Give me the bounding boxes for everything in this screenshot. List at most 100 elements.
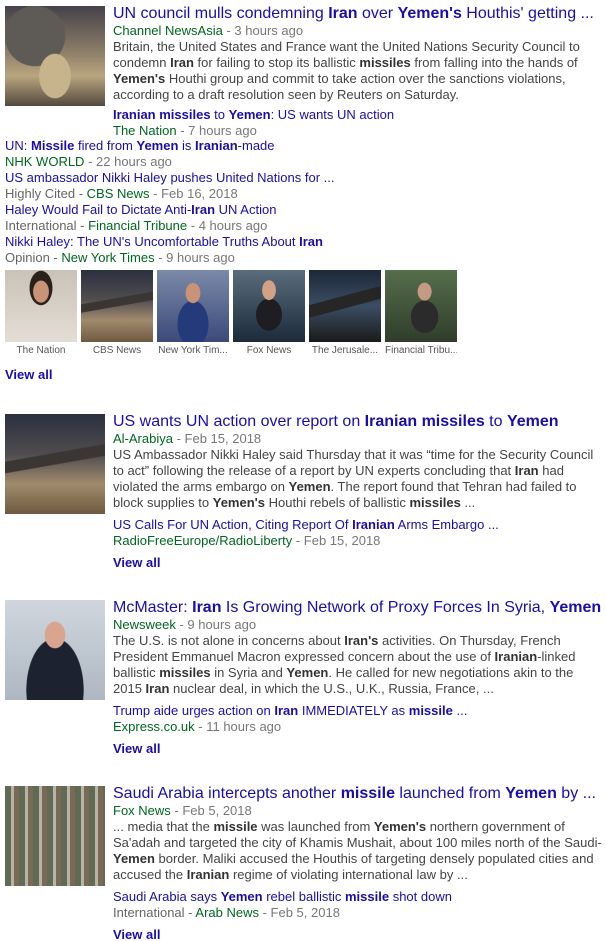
story2-view-all-link[interactable]: View all (113, 555, 603, 571)
highlight-term: missile (213, 819, 258, 834)
highlight-term: Iran (328, 5, 358, 22)
image-caption[interactable]: New York Tim... (157, 345, 229, 357)
related-time: Feb 15, 2018 (303, 533, 381, 548)
highlight-term: Yemen (288, 479, 331, 494)
story3-source-line: Newsweek - 9 hours ago (113, 617, 257, 632)
highlight-term: missile (408, 703, 453, 718)
highlight-term: Iran (170, 55, 194, 70)
highlight-term: Iran (299, 234, 323, 249)
highlight-term: missiles (409, 495, 461, 510)
story1-related-2-title[interactable]: US ambassador Nikki Haley pushes United … (5, 170, 603, 186)
related-source-line: RadioFreeEurope/RadioLiberty - Feb 15, 2… (113, 533, 381, 548)
story3-related-0-title[interactable]: Trump aide urges action on Iran IMMEDIAT… (113, 703, 603, 719)
highlight-term: Iranian missiles (113, 107, 211, 122)
related-source: The Nation (113, 123, 177, 138)
story2-source: Al-Arabiya (113, 431, 173, 446)
story3-source: Newsweek (113, 617, 176, 632)
highlight-term: Iran (274, 703, 299, 718)
highlight-term: Iranian (352, 517, 395, 532)
related-time: Feb 5, 2018 (270, 905, 340, 920)
story3: McMaster: Iran Is Growing Network of Pro… (113, 598, 603, 757)
related-label: International (113, 905, 185, 920)
highlight-term: missile (344, 889, 390, 904)
story4-view-all-link[interactable]: View all (113, 927, 603, 941)
story3-time: 9 hours ago (187, 617, 257, 632)
haley-praying-photo[interactable] (5, 270, 77, 342)
story1-source: Channel NewsAsia (113, 23, 223, 38)
highlight-term: Iran (514, 463, 539, 478)
story4-related-0-title[interactable]: Saudi Arabia says Yemen rebel ballistic … (113, 889, 603, 905)
highlight-term: Iran's (344, 633, 379, 648)
related-time: 4 hours ago (198, 218, 268, 233)
story2-title[interactable]: US wants UN action over report on Irania… (113, 412, 603, 431)
story3-thumbnail[interactable] (5, 600, 105, 700)
image-caption[interactable]: Financial Tribu... (385, 345, 457, 357)
story4-source: Fox News (113, 803, 171, 818)
story4: Saudi Arabia intercepts another missile … (113, 784, 603, 941)
image-caption[interactable]: The Jerusale... (309, 345, 381, 357)
story2-thumbnail[interactable] (5, 414, 105, 514)
image-caption[interactable]: Fox News (233, 345, 305, 357)
highlight-term: Iranian (186, 867, 230, 882)
story3-view-all-link[interactable]: View all (113, 741, 603, 757)
related-source: CBS News (86, 186, 150, 201)
highlight-term: Iranian (195, 138, 238, 153)
image-caption[interactable]: The Nation (5, 345, 77, 357)
related-time: 7 hours ago (188, 123, 257, 138)
related-label: Highly Cited (5, 186, 76, 201)
haley-speaking-photo[interactable] (157, 270, 229, 342)
highlight-term: missiles (159, 665, 211, 680)
story1-view-all-link[interactable]: View all (5, 367, 52, 383)
related-source: Financial Tribune (88, 218, 188, 233)
related-source: Express.co.uk (113, 719, 195, 734)
highlight-term: Yemen (136, 138, 179, 153)
related-time: 11 hours ago (206, 719, 282, 734)
highlight-term: Yemen (505, 785, 557, 802)
highlight-term: Iranian missiles (364, 413, 485, 430)
related-source-line: Opinion - New York Times - 9 hours ago (5, 250, 235, 265)
story1-related-3-title[interactable]: Haley Would Fail to Dictate Anti-Iran UN… (5, 202, 603, 218)
highlight-term: Missile (31, 138, 75, 153)
story2-source-line: Al-Arabiya - Feb 15, 2018 (113, 431, 262, 446)
related-source-line: Highly Cited - CBS News - Feb 16, 2018 (5, 186, 238, 201)
highlight-term: Iranian (494, 649, 538, 664)
related-time: 22 hours ago (96, 154, 172, 169)
story1-related-0-title[interactable]: Iranian missiles to Yemen: US wants UN a… (113, 107, 603, 123)
official-speaking-photo[interactable] (385, 270, 457, 342)
highlight-term: Yemen's (113, 71, 166, 86)
related-label: International (5, 218, 77, 233)
highlight-term: Iran (192, 599, 222, 616)
related-source: NHK WORLD (5, 154, 85, 169)
story2: US wants UN action over report on Irania… (113, 412, 603, 571)
story2-related-0-title[interactable]: US Calls For UN Action, Citing Report Of… (113, 517, 603, 533)
story1-more-related: UN: Missile fired from Yemen is Iranian-… (5, 138, 603, 266)
story4-title[interactable]: Saudi Arabia intercepts another missile … (113, 784, 603, 803)
image-caption[interactable]: CBS News (81, 345, 153, 357)
missile-display-photo[interactable] (309, 270, 381, 342)
story1-snippet: Britain, the United States and France wa… (113, 39, 580, 102)
missile-debris-photo[interactable] (81, 270, 153, 342)
story1-title[interactable]: UN council mulls condemning Iran over Ye… (113, 4, 603, 23)
highlight-term: Yemen's (212, 495, 265, 510)
story1-related-1-title[interactable]: UN: Missile fired from Yemen is Iranian-… (5, 138, 603, 154)
highlight-term: missile (340, 785, 395, 802)
story1: UN council mulls condemning Iran over Ye… (113, 4, 603, 139)
story1-related-4-title[interactable]: Nikki Haley: The UN's Uncomfortable Trut… (5, 234, 603, 250)
related-source: New York Times (61, 250, 155, 265)
story4-time: Feb 5, 2018 (182, 803, 252, 818)
highlight-term: Yemen (286, 665, 329, 680)
story2-snippet: US Ambassador Nikki Haley said Thursday … (113, 447, 594, 510)
story3-title[interactable]: McMaster: Iran Is Growing Network of Pro… (113, 598, 603, 617)
story4-source-line: Fox News - Feb 5, 2018 (113, 803, 252, 818)
story1-thumbnail[interactable] (5, 6, 105, 106)
story4-thumbnail[interactable] (5, 786, 105, 886)
story1-source-line: Channel NewsAsia - 3 hours ago (113, 23, 304, 38)
highlight-term: Yemen (113, 851, 155, 866)
highlight-term: Yemen (220, 889, 263, 904)
story1-related-0-source: The Nation - 7 hours ago (113, 123, 257, 138)
haley-podium-photo[interactable] (233, 270, 305, 342)
related-source-line: International - Arab News - Feb 5, 2018 (113, 905, 340, 920)
related-time: Feb 16, 2018 (161, 186, 238, 201)
highlight-term: Yemen's (373, 819, 427, 834)
highlight-term: missiles (359, 55, 411, 70)
